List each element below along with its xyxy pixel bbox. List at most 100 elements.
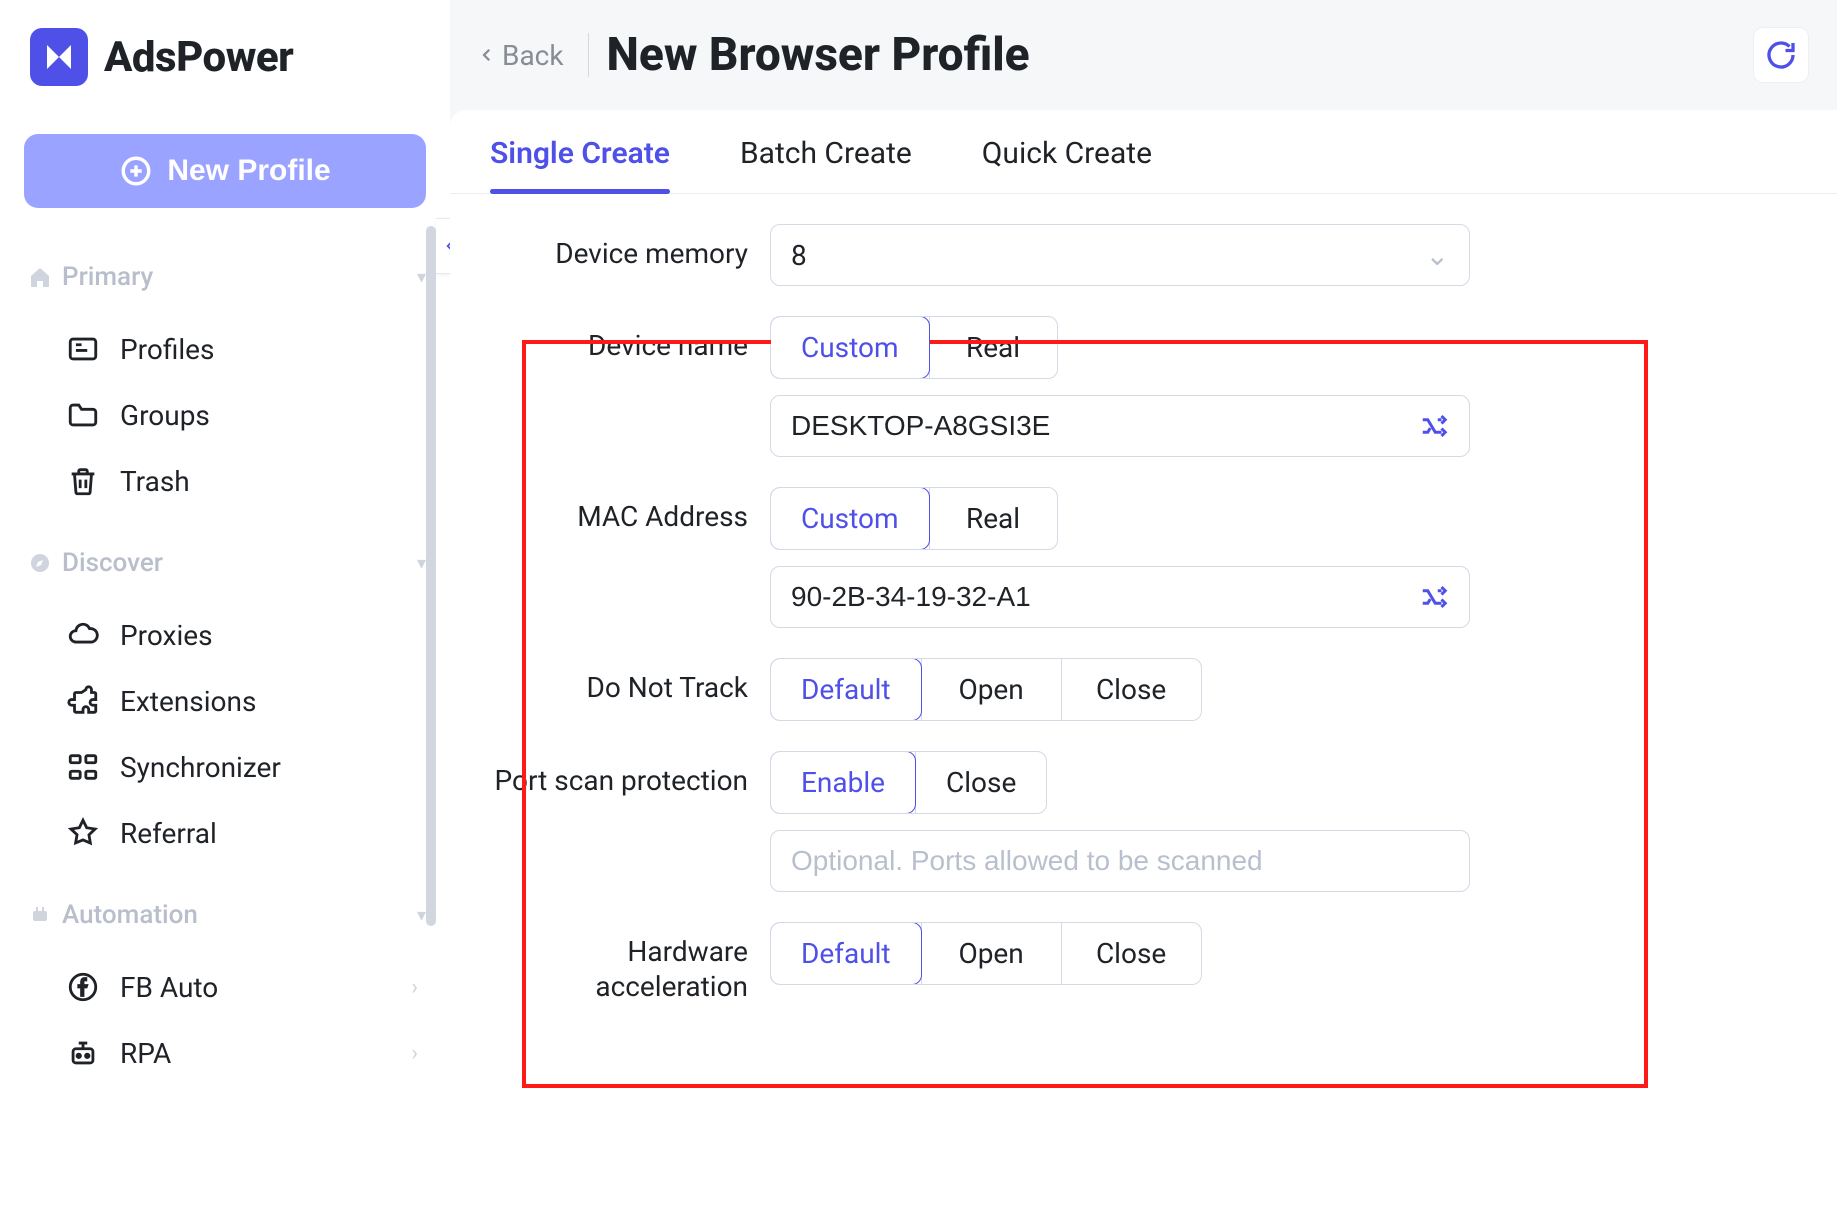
compass-icon (28, 551, 52, 575)
opt-device-name-custom[interactable]: Custom (770, 316, 930, 379)
opt-dnt-close[interactable]: Close (1061, 659, 1201, 720)
trash-icon (66, 464, 100, 498)
sidebar-item-proxies[interactable]: Proxies (24, 602, 426, 668)
form-area: Device memory 8 ⌄ Device name Custom Rea… (450, 194, 1837, 1044)
label-dnt: Do Not Track (494, 658, 748, 705)
input-device-name[interactable] (770, 395, 1470, 457)
form-card: Single Create Batch Create Quick Create … (450, 110, 1837, 1211)
select-value: 8 (791, 239, 807, 272)
sidebar-item-profiles[interactable]: Profiles (24, 316, 426, 382)
section-header-discover[interactable]: Discover ▾ (28, 548, 426, 578)
brand-name: AdsPower (104, 33, 293, 82)
label-hw-accel: Hardware acceleration (494, 922, 748, 1004)
sidebar-item-fb-auto[interactable]: FB Auto › (24, 954, 426, 1020)
sidebar-item-groups[interactable]: Groups (24, 382, 426, 448)
shuffle-icon[interactable] (1419, 411, 1449, 441)
plus-circle-icon (119, 154, 153, 188)
tab-batch-create[interactable]: Batch Create (740, 136, 912, 193)
profiles-icon (66, 332, 100, 366)
nav-label: Referral (120, 817, 217, 850)
opt-hw-default[interactable]: Default (770, 922, 922, 985)
chevron-left-icon (478, 46, 496, 64)
cloud-icon (66, 618, 100, 652)
refresh-icon (1763, 37, 1799, 73)
section-header-automation[interactable]: Automation ▾ (28, 900, 426, 930)
tab-quick-create[interactable]: Quick Create (982, 136, 1152, 193)
nav-label: Proxies (120, 619, 213, 652)
sidebar-item-synchronizer[interactable]: Synchronizer (24, 734, 426, 800)
input-device-name-field[interactable] (791, 410, 1419, 442)
refresh-button[interactable] (1753, 27, 1809, 83)
opt-port-enable[interactable]: Enable (770, 751, 916, 814)
sidebar-item-referral[interactable]: Referral (24, 800, 426, 866)
input-port-scan[interactable] (770, 830, 1470, 892)
nav-label: Groups (120, 399, 210, 432)
input-mac-address[interactable] (770, 566, 1470, 628)
back-label: Back (502, 39, 564, 72)
chevron-right-icon: › (411, 1041, 418, 1066)
seg-port-scan: Enable Close (770, 751, 1047, 814)
input-port-field[interactable] (791, 845, 1449, 877)
new-profile-button[interactable]: New Profile (24, 134, 426, 208)
robot-icon (28, 903, 52, 927)
brand: AdsPower (24, 28, 426, 86)
chevron-right-icon: › (411, 975, 418, 1000)
label-mac-address: MAC Address (494, 487, 748, 534)
opt-hw-open[interactable]: Open (921, 923, 1061, 984)
opt-port-close[interactable]: Close (915, 752, 1046, 813)
select-device-memory[interactable]: 8 ⌄ (770, 224, 1470, 286)
label-port-scan: Port scan protection (494, 751, 748, 798)
topbar: Back New Browser Profile (450, 0, 1837, 110)
nav-label: Trash (120, 465, 190, 498)
main: Back New Browser Profile Single Create B… (450, 0, 1837, 1211)
seg-dnt: Default Open Close (770, 658, 1202, 721)
section-label: Discover (62, 548, 163, 578)
opt-mac-real[interactable]: Real (929, 488, 1057, 549)
sidebar-item-extensions[interactable]: Extensions (24, 668, 426, 734)
page-title: New Browser Profile (607, 28, 1030, 82)
chevron-down-icon: ▾ (417, 553, 426, 574)
opt-mac-custom[interactable]: Custom (770, 487, 930, 550)
sidebar-item-trash[interactable]: Trash (24, 448, 426, 514)
tab-single-create[interactable]: Single Create (490, 136, 670, 193)
chevron-down-icon: ⌄ (1426, 239, 1449, 272)
seg-hw-accel: Default Open Close (770, 922, 1202, 985)
seg-device-name: Custom Real (770, 316, 1058, 379)
seg-mac: Custom Real (770, 487, 1058, 550)
label-device-memory: Device memory (494, 224, 748, 271)
home-icon (28, 265, 52, 289)
opt-dnt-open[interactable]: Open (921, 659, 1061, 720)
nav-label: RPA (120, 1037, 171, 1070)
nav-label: Extensions (120, 685, 256, 718)
sidebar-item-rpa[interactable]: RPA › (24, 1020, 426, 1086)
opt-hw-close[interactable]: Close (1061, 923, 1201, 984)
opt-device-name-real[interactable]: Real (929, 317, 1057, 378)
shuffle-icon[interactable] (1419, 582, 1449, 612)
opt-dnt-default[interactable]: Default (770, 658, 922, 721)
brand-logo-icon (30, 28, 88, 86)
section-label: Primary (62, 262, 153, 292)
nav-label: Synchronizer (120, 751, 281, 784)
rpa-icon (66, 1036, 100, 1070)
section-label: Automation (62, 900, 198, 930)
row-mac-address: MAC Address Custom Real (494, 487, 1793, 628)
section-header-primary[interactable]: Primary ▾ (28, 262, 426, 292)
tabs: Single Create Batch Create Quick Create (450, 110, 1837, 194)
row-port-scan: Port scan protection Enable Close (494, 751, 1793, 892)
folder-icon (66, 398, 100, 432)
nav-label: Profiles (120, 333, 214, 366)
nav-label: FB Auto (120, 971, 218, 1004)
sidebar: AdsPower New Profile Primary ▾ Profiles … (0, 0, 450, 1211)
input-mac-field[interactable] (791, 581, 1419, 613)
row-device-name: Device name Custom Real (494, 316, 1793, 457)
chevron-down-icon: ▾ (417, 267, 426, 288)
row-dnt: Do Not Track Default Open Close (494, 658, 1793, 721)
facebook-icon (66, 970, 100, 1004)
back-button[interactable]: Back (472, 35, 570, 76)
puzzle-icon (66, 684, 100, 718)
row-device-memory: Device memory 8 ⌄ (494, 224, 1793, 286)
star-icon (66, 816, 100, 850)
chevron-down-icon: ▾ (417, 905, 426, 926)
sync-icon (66, 750, 100, 784)
label-device-name: Device name (494, 316, 748, 363)
